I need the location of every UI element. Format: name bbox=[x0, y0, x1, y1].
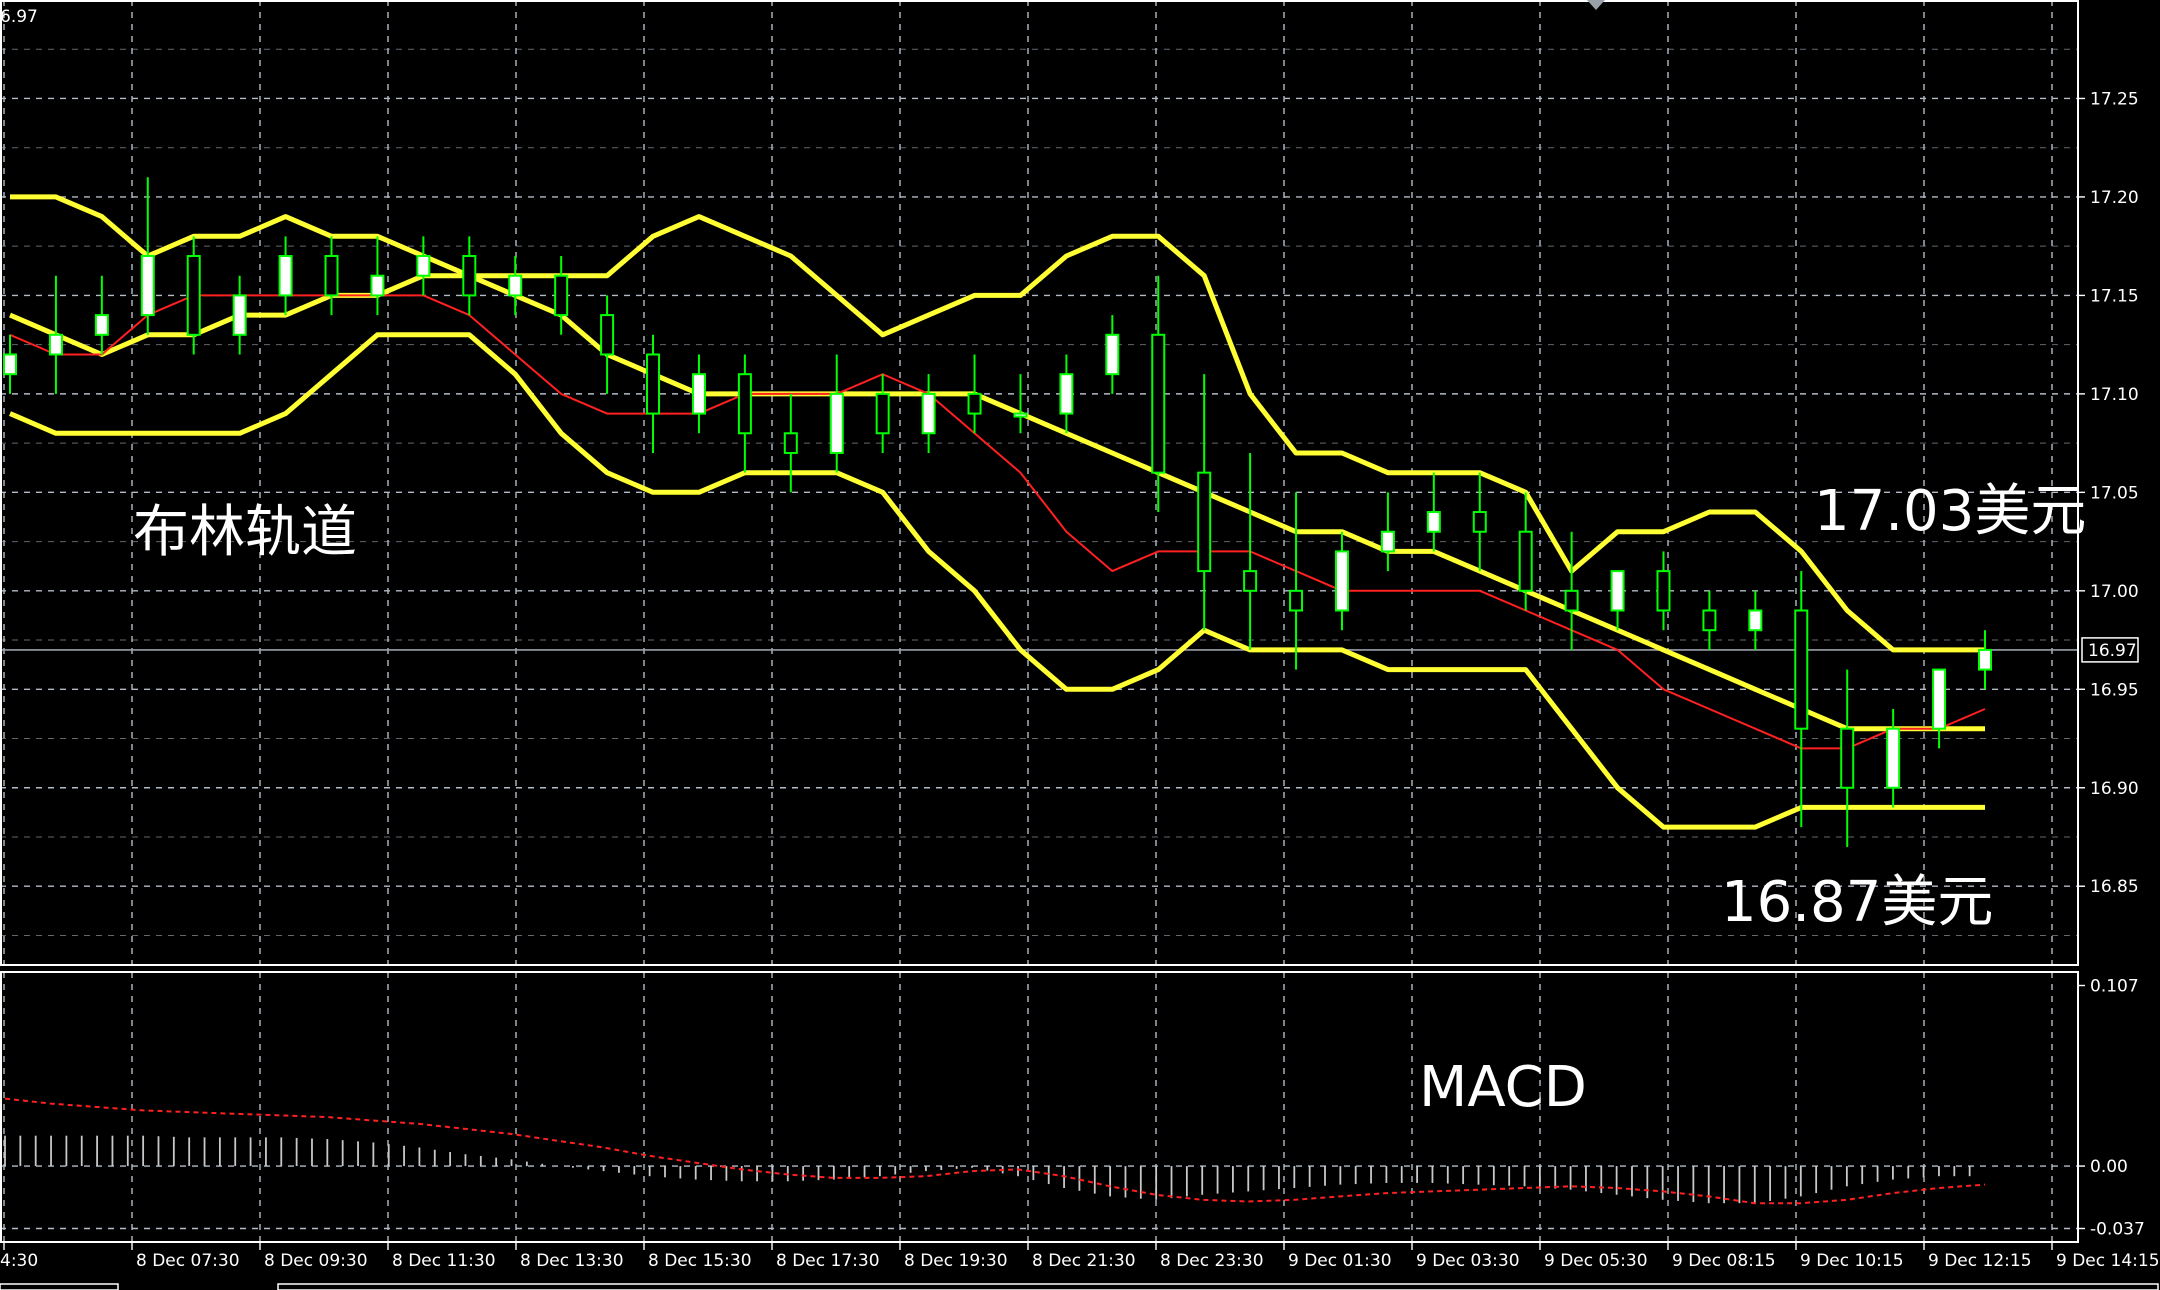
candle-body bbox=[1886, 727, 1901, 789]
candle-body bbox=[1105, 333, 1120, 376]
upper-price-annotation: 17.03美元 bbox=[1814, 479, 2087, 544]
candle-body bbox=[967, 392, 982, 415]
candle-body bbox=[94, 314, 109, 336]
candle-body bbox=[783, 432, 798, 454]
x-tick-label: 9 Dec 12:15 bbox=[1928, 1251, 2032, 1271]
y-tick-label: 17.25 bbox=[2090, 89, 2139, 109]
candle-body bbox=[48, 333, 63, 356]
x-tick-label: 8 Dec 11:30 bbox=[392, 1251, 496, 1271]
candle-body bbox=[1702, 609, 1717, 632]
y-tick-label: 17.15 bbox=[2090, 286, 2139, 306]
macd-y-tick-label: 0.107 bbox=[2090, 977, 2139, 997]
x-tick-label: 8 Dec 13:30 bbox=[520, 1251, 624, 1271]
candle-body bbox=[416, 255, 431, 277]
candle-body bbox=[646, 353, 661, 415]
x-tick-label: 9 Dec 03:30 bbox=[1416, 1251, 1520, 1271]
candle-body bbox=[1243, 570, 1258, 592]
candle-body bbox=[1013, 412, 1028, 418]
candle-body bbox=[3, 353, 17, 376]
candle-body bbox=[232, 294, 247, 336]
candle-body bbox=[1564, 589, 1579, 612]
chart-canvas: 4:30 8 Dec 07:30 8 Dec 09:30 8 Dec 11:30 8 D… bbox=[0, 0, 2160, 1290]
candle-body bbox=[1334, 550, 1349, 612]
candle-body bbox=[691, 373, 706, 415]
candle-body bbox=[737, 373, 752, 435]
candle-body bbox=[1978, 648, 1992, 671]
candle-body bbox=[1472, 511, 1487, 533]
bollinger-title: 布林轨道 bbox=[133, 500, 357, 565]
candle-body bbox=[1059, 373, 1074, 415]
candle-body bbox=[1289, 589, 1304, 612]
x-tick-label: 8 Dec 17:30 bbox=[776, 1251, 880, 1271]
candle-body bbox=[508, 274, 523, 297]
candle-body bbox=[186, 255, 201, 336]
candle-body bbox=[1610, 570, 1625, 612]
y-tick-label: 17.10 bbox=[2090, 385, 2139, 405]
candle-body bbox=[1932, 668, 1947, 730]
candle-body bbox=[1794, 609, 1809, 730]
candle-body bbox=[370, 274, 385, 297]
y-tick-label: 17.20 bbox=[2090, 188, 2139, 208]
x-tick-label: 9 Dec 01:30 bbox=[1288, 1251, 1392, 1271]
candle-body bbox=[1380, 530, 1395, 553]
y-tick-label: 16.85 bbox=[2090, 877, 2139, 897]
y-tick-label: 17.05 bbox=[2090, 483, 2139, 503]
candle-body bbox=[1656, 570, 1671, 612]
candle-body bbox=[1426, 511, 1441, 533]
x-tick-label: 8 Dec 21:30 bbox=[1032, 1251, 1136, 1271]
y-tick-label: 17.00 bbox=[2090, 582, 2139, 602]
x-tick-label: 8 Dec 23:30 bbox=[1160, 1251, 1264, 1271]
x-tick-label: 8 Dec 07:30 bbox=[136, 1251, 240, 1271]
candle-body bbox=[554, 274, 569, 317]
x-tick-label: 9 Dec 10:15 bbox=[1800, 1251, 1904, 1271]
lower-price-annotation: 16.87美元 bbox=[1721, 870, 1994, 935]
y-tick-label: 16.95 bbox=[2090, 680, 2139, 700]
macd-label: MACD bbox=[1419, 1055, 1587, 1120]
x-tick-label: 9 Dec 05:30 bbox=[1544, 1251, 1648, 1271]
current-price-label: 16.97 bbox=[2088, 641, 2137, 661]
x-tick-label: 8 Dec 15:30 bbox=[648, 1251, 752, 1271]
candle-body bbox=[324, 255, 339, 297]
candle-body bbox=[921, 392, 936, 435]
candle-body bbox=[829, 392, 844, 454]
candle-body bbox=[1197, 471, 1212, 573]
corner-value: 6.97 bbox=[0, 7, 38, 27]
y-tick-label: 16.90 bbox=[2090, 779, 2139, 799]
candle-body bbox=[1518, 530, 1533, 592]
chart-background bbox=[0, 0, 2160, 1290]
candle-body bbox=[1151, 333, 1166, 474]
candle-body bbox=[140, 255, 155, 317]
candle-body bbox=[1840, 727, 1855, 789]
x-tick-label: 9 Dec 08:15 bbox=[1672, 1251, 1776, 1271]
x-tick-label: 4:30 bbox=[0, 1251, 38, 1271]
x-tick-label: 8 Dec 09:30 bbox=[264, 1251, 368, 1271]
x-tick-label: 9 Dec 14:15 bbox=[2056, 1251, 2160, 1271]
candle-body bbox=[875, 392, 890, 435]
macd-y-tick-label: -0.037 bbox=[2090, 1220, 2145, 1240]
candle-body bbox=[1748, 609, 1763, 632]
candle-body bbox=[278, 255, 293, 297]
candle-body bbox=[462, 255, 477, 297]
x-tick-label: 8 Dec 19:30 bbox=[904, 1251, 1008, 1271]
candle-body bbox=[600, 314, 615, 356]
macd-y-tick-label: 0.00 bbox=[2090, 1157, 2128, 1177]
